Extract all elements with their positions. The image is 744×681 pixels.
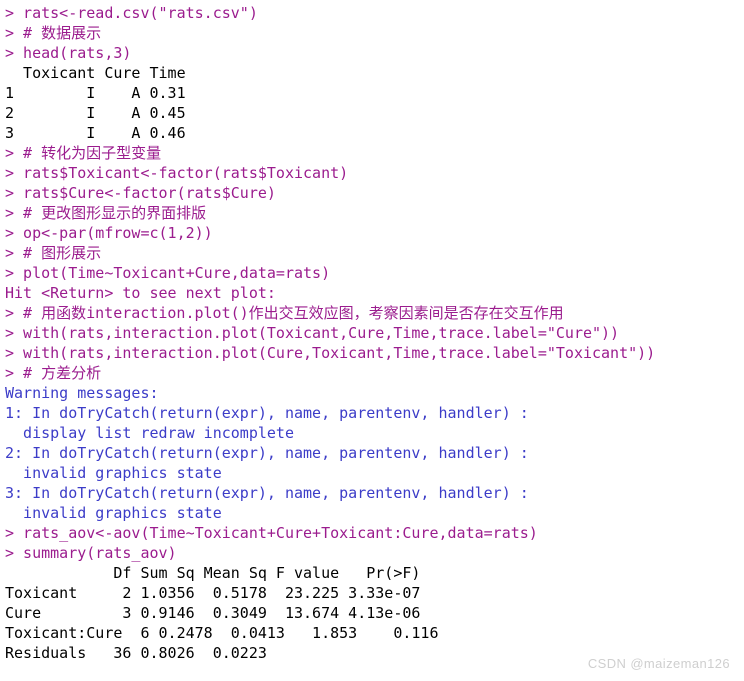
console-line: Cure 3 0.9146 0.3049 13.674 4.13e-06 — [5, 604, 421, 622]
console-line: Toxicant Cure Time — [5, 64, 186, 82]
console-line: display list redraw incomplete — [5, 424, 294, 442]
console-line: 2 I A 0.45 — [5, 104, 186, 122]
console-line: invalid graphics state — [5, 464, 222, 482]
console-line: 2: In doTryCatch(return(expr), name, par… — [5, 444, 529, 462]
r-console-output[interactable]: > rats<-read.csv("rats.csv") > # 数据展示 > he… — [0, 0, 744, 681]
console-line: > with(rats,interaction.plot(Toxicant,Cu… — [5, 324, 620, 342]
console-line: > rats$Cure<-factor(rats$Cure) — [5, 184, 276, 202]
console-line: > op<-par(mfrow=c(1,2)) — [5, 224, 213, 242]
console-line: > summary(rats_aov) — [5, 544, 177, 562]
console-line: Hit <Return> to see next plot: — [5, 284, 276, 302]
console-line: > # 用函数interaction.plot()作出交互效应图，考察因素间是否… — [5, 304, 564, 322]
console-line: > # 方差分析 — [5, 364, 102, 382]
console-line: > # 转化为因子型变量 — [5, 144, 162, 162]
console-line: 3 I A 0.46 — [5, 124, 186, 142]
csdn-watermark: CSDN @maizeman126 — [587, 656, 730, 671]
console-line: Toxicant 2 1.0356 0.5178 23.225 3.33e-07 — [5, 584, 421, 602]
console-line: Df Sum Sq Mean Sq F value Pr(>F) — [5, 564, 421, 582]
console-line: > # 更改图形显示的界面排版 — [5, 204, 207, 222]
console-line: > with(rats,interaction.plot(Cure,Toxica… — [5, 344, 656, 362]
console-line: invalid graphics state — [5, 504, 222, 522]
console-line: > rats_aov<-aov(Time~Toxicant+Cure+Toxic… — [5, 524, 538, 542]
console-line: 3: In doTryCatch(return(expr), name, par… — [5, 484, 529, 502]
console-line: > plot(Time~Toxicant+Cure,data=rats) — [5, 264, 331, 282]
console-line: > rats<-read.csv("rats.csv") — [5, 4, 258, 22]
console-line: Toxicant:Cure 6 0.2478 0.0413 1.853 0.11… — [5, 624, 439, 642]
console-line: > # 图形展示 — [5, 244, 102, 262]
console-line: > rats$Toxicant<-factor(rats$Toxicant) — [5, 164, 349, 182]
console-line: > head(rats,3) — [5, 44, 132, 62]
console-line: 1 I A 0.31 — [5, 84, 186, 102]
console-line: > # 数据展示 — [5, 24, 102, 42]
console-line: Warning messages: — [5, 384, 159, 402]
console-line: 1: In doTryCatch(return(expr), name, par… — [5, 404, 529, 422]
